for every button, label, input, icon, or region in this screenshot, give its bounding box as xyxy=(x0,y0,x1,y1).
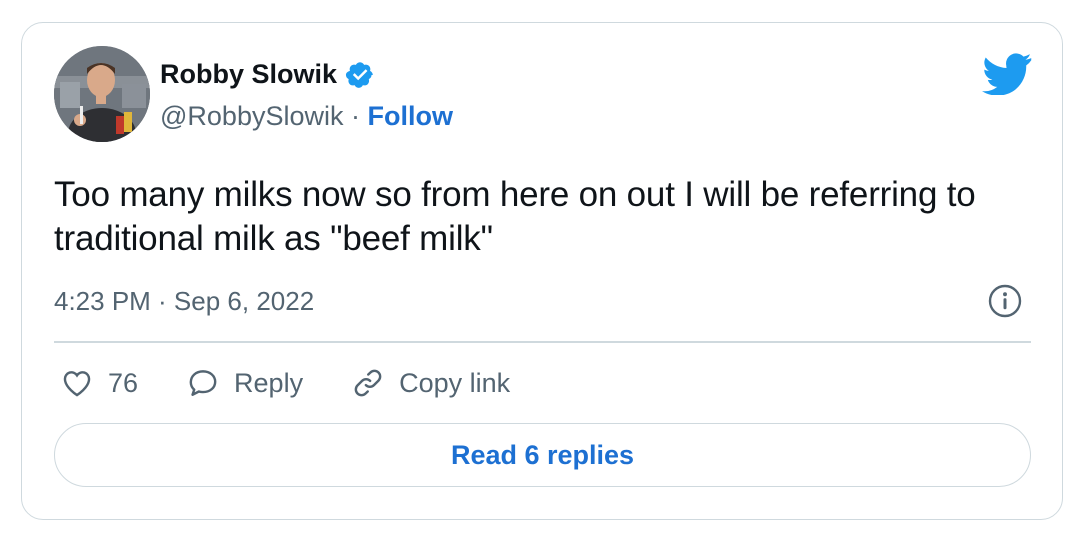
heart-icon xyxy=(63,371,91,397)
tweet-card: Robby Slowik @RobbySlowik · Follow Too m… xyxy=(21,22,1063,520)
author-handle[interactable]: @RobbySlowik xyxy=(160,101,343,131)
info-icon[interactable] xyxy=(987,283,1023,319)
reply-bubble-icon xyxy=(189,370,217,396)
like-button[interactable]: 76 xyxy=(60,366,138,400)
reply-button[interactable]: Reply xyxy=(186,366,303,400)
avatar[interactable] xyxy=(54,46,150,142)
twitter-bird-icon[interactable] xyxy=(982,53,1032,95)
read-replies-button[interactable]: Read 6 replies xyxy=(54,423,1031,487)
like-count: 76 xyxy=(108,367,139,398)
tweet-text: Too many milks now so from here on out I… xyxy=(54,175,976,258)
author-name-row[interactable]: Robby Slowik xyxy=(160,59,375,90)
handle-row: @RobbySlowik · Follow xyxy=(160,101,453,132)
divider xyxy=(54,341,1031,343)
separator-dot: · xyxy=(343,101,368,131)
reply-label: Reply xyxy=(234,367,304,398)
action-bar: 76 Reply Copy link xyxy=(60,363,558,403)
verified-badge-icon xyxy=(345,61,373,88)
tweet-timestamp[interactable]: 4:23 PM · Sep 6, 2022 xyxy=(54,286,314,317)
copy-link-label: Copy link xyxy=(399,367,511,398)
copy-link-button[interactable]: Copy link xyxy=(351,366,510,400)
follow-link[interactable]: Follow xyxy=(367,101,452,131)
author-name[interactable]: Robby Slowik xyxy=(160,59,337,90)
link-icon xyxy=(354,369,382,397)
